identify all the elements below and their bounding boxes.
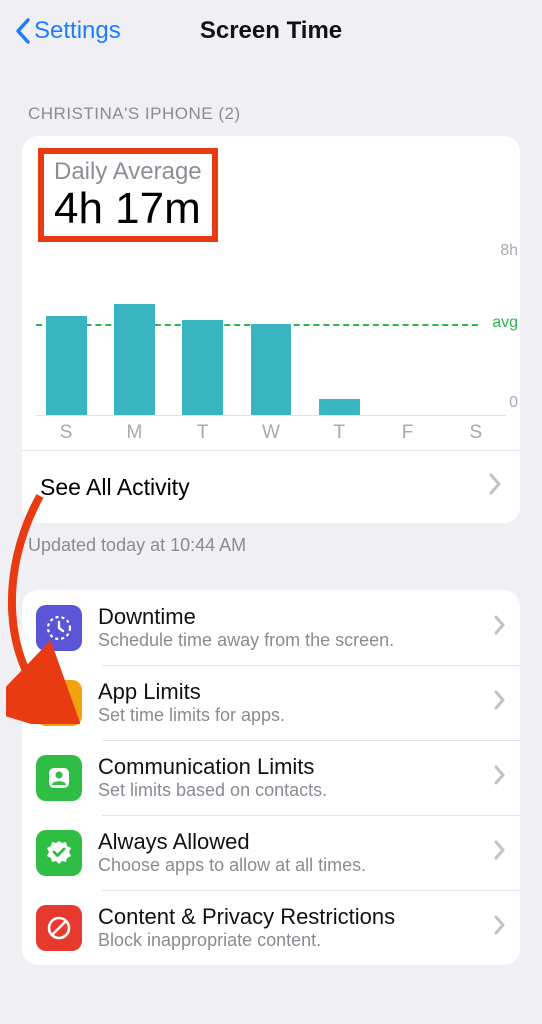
no-entry-icon [36, 905, 82, 951]
daily-average-value: 4h 17m [54, 186, 202, 232]
row-title: App Limits [98, 679, 477, 705]
device-section-header: CHRISTINA'S IPHONE (2) [0, 62, 542, 136]
row-subtitle: Set time limits for apps. [98, 705, 477, 726]
row-always-allowed[interactable]: Always AllowedChoose apps to allow at al… [22, 815, 520, 890]
chart-day-label: S [40, 422, 92, 444]
nav-bar: Settings Screen Time [0, 0, 542, 62]
daily-average-label: Daily Average [54, 158, 202, 186]
back-button[interactable]: Settings [14, 17, 121, 45]
contact-icon [36, 755, 82, 801]
downtime-icon [36, 605, 82, 651]
chart-day-label: T [177, 422, 229, 444]
row-downtime[interactable]: DowntimeSchedule time away from the scre… [22, 590, 520, 665]
settings-list: DowntimeSchedule time away from the scre… [22, 590, 520, 965]
chart-bar [245, 256, 297, 415]
chart-bar [313, 256, 365, 415]
usage-card: Daily Average 4h 17m 8h avg 0 SMTWTFS Se… [22, 136, 520, 523]
back-label: Settings [34, 17, 121, 45]
row-subtitle: Choose apps to allow at all times. [98, 855, 477, 876]
check-badge-icon [36, 830, 82, 876]
row-content-privacy-restrictions[interactable]: Content & Privacy RestrictionsBlock inap… [22, 890, 520, 965]
chart-day-label: F [381, 422, 433, 444]
hourglass-icon [36, 680, 82, 726]
chevron-right-icon [493, 765, 506, 790]
row-title: Always Allowed [98, 829, 477, 855]
updated-text: Updated today at 10:44 AM [0, 523, 542, 556]
chart-ymin-label: 0 [509, 394, 518, 412]
chevron-right-icon [493, 915, 506, 940]
chevron-left-icon [14, 17, 32, 45]
row-title: Content & Privacy Restrictions [98, 904, 477, 930]
chevron-right-icon [493, 615, 506, 640]
chart-bar [381, 256, 433, 415]
chart-bar [450, 256, 502, 415]
daily-average-highlight: Daily Average 4h 17m [38, 148, 218, 242]
chart-bar [108, 256, 160, 415]
row-title: Communication Limits [98, 754, 477, 780]
see-all-activity-row[interactable]: See All Activity [22, 450, 520, 523]
chart-day-label: W [245, 422, 297, 444]
chart-day-label: S [450, 422, 502, 444]
chevron-right-icon [493, 840, 506, 865]
row-title: Downtime [98, 604, 477, 630]
row-app-limits[interactable]: App LimitsSet time limits for apps. [22, 665, 520, 740]
chart-bar [177, 256, 229, 415]
chart-day-label: T [313, 422, 365, 444]
see-all-activity-label: See All Activity [40, 474, 190, 501]
chart-bar [40, 256, 92, 415]
row-communication-limits[interactable]: Communication LimitsSet limits based on … [22, 740, 520, 815]
chart-day-label: M [108, 422, 160, 444]
row-subtitle: Schedule time away from the screen. [98, 630, 477, 651]
chevron-right-icon [488, 473, 502, 501]
row-subtitle: Block inappropriate content. [98, 930, 477, 951]
row-subtitle: Set limits based on contacts. [98, 780, 477, 801]
chevron-right-icon [493, 690, 506, 715]
usage-chart: 8h avg 0 SMTWTFS [22, 246, 520, 450]
